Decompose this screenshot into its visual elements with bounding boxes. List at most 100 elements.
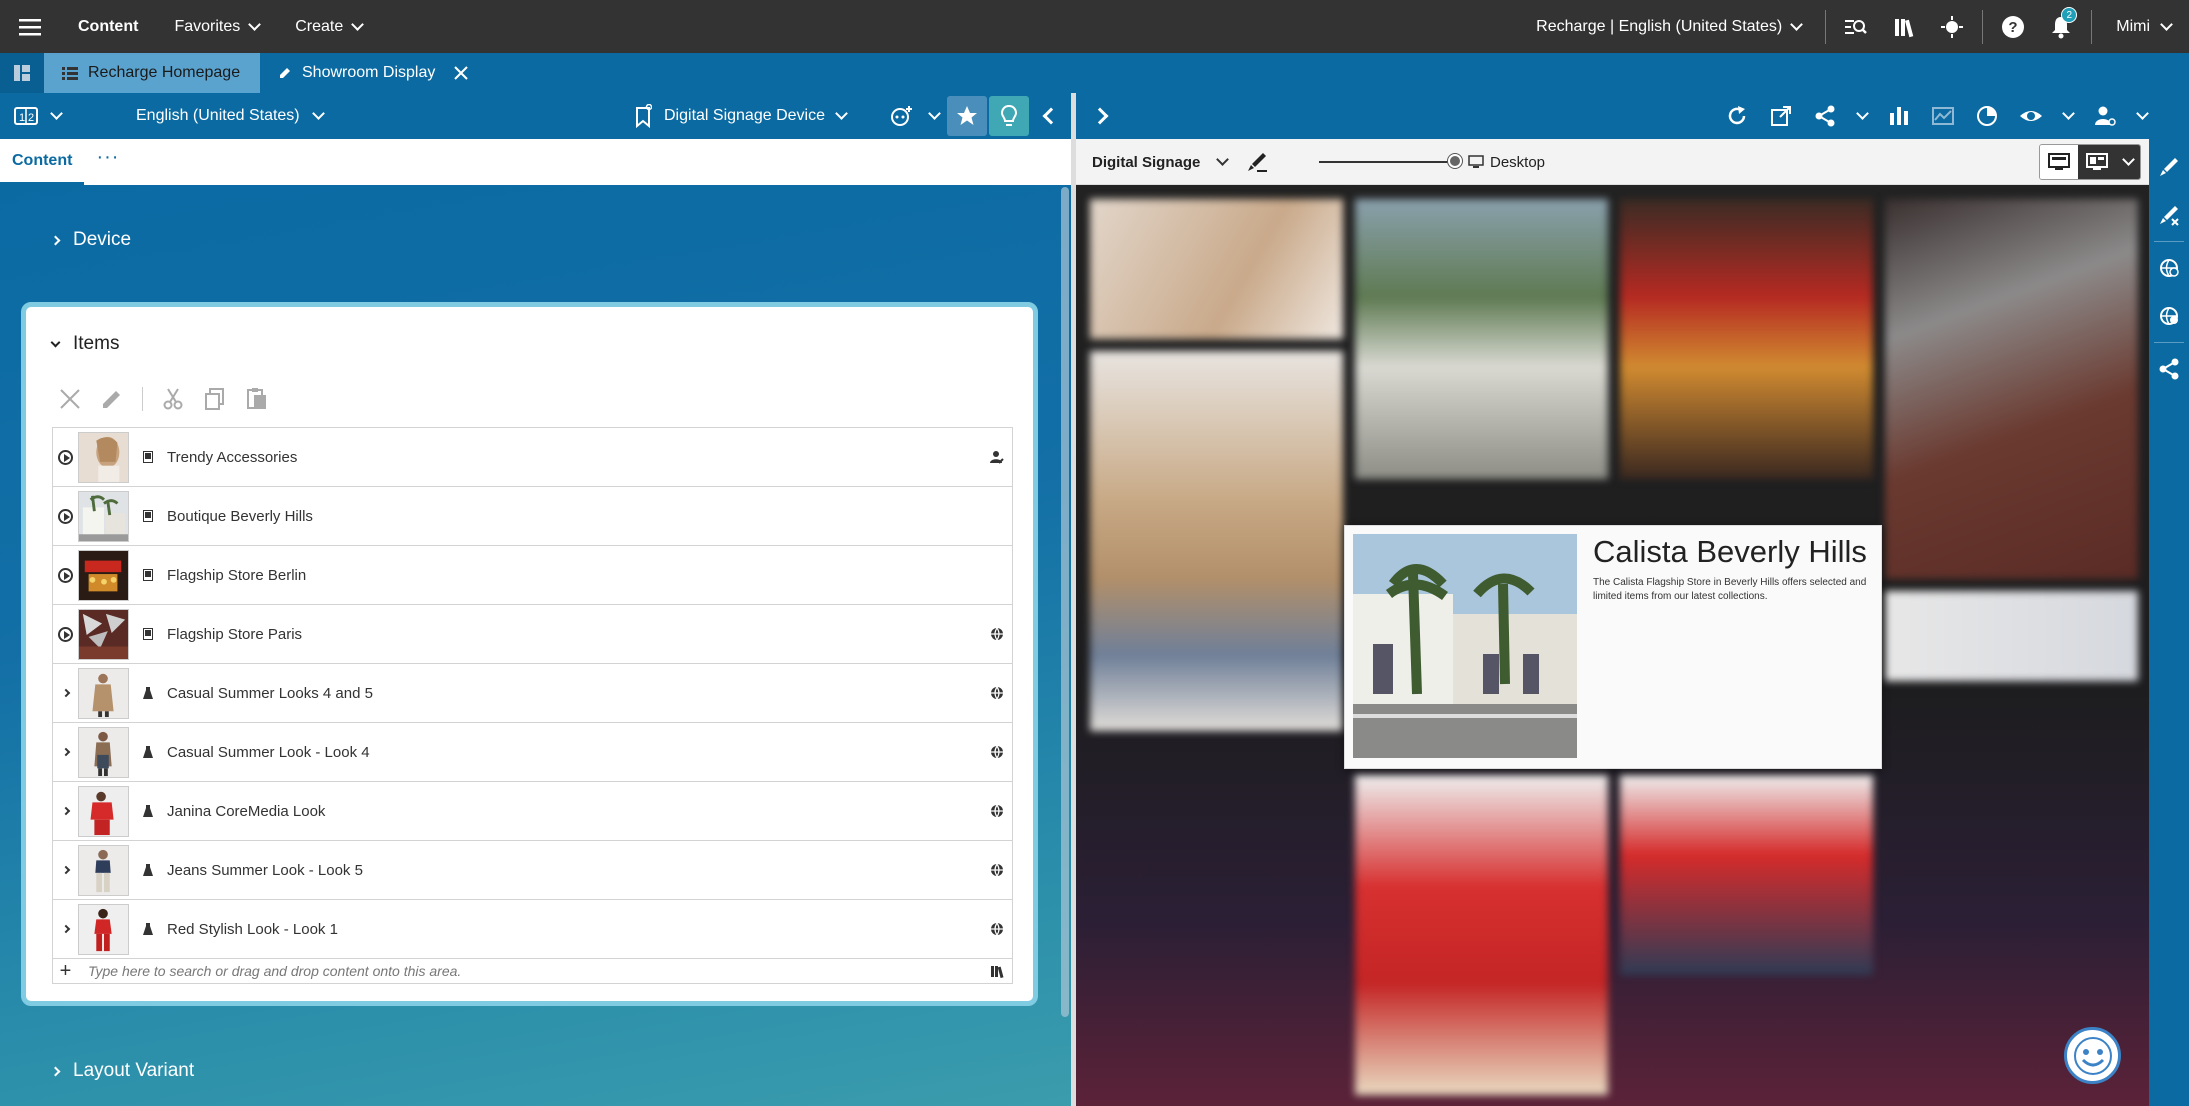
- brush-edit-icon[interactable]: [1245, 151, 1269, 173]
- collapse-left-button[interactable]: [1031, 96, 1071, 136]
- ai-assist-dropdown[interactable]: [923, 96, 945, 136]
- search-button[interactable]: [1832, 0, 1880, 53]
- view-multi-button[interactable]: [2078, 145, 2116, 179]
- svg-text:?: ?: [2009, 19, 2018, 36]
- locale-selector[interactable]: English (United States): [136, 107, 325, 125]
- play-button[interactable]: [53, 567, 78, 583]
- preview-canvas[interactable]: Calista Beverly Hills The Calista Flagsh…: [1076, 185, 2149, 1106]
- robot-add-icon: [891, 106, 912, 126]
- paste-icon[interactable]: [245, 387, 269, 411]
- item-thumbnail: [78, 431, 129, 483]
- section-device[interactable]: Device: [50, 229, 131, 251]
- list-item[interactable]: Boutique Beverly Hills: [53, 487, 1012, 546]
- chevron-down-icon: [248, 17, 262, 31]
- user-menu[interactable]: Mimi: [2098, 18, 2189, 36]
- section-layout-variant[interactable]: Layout Variant: [50, 1060, 194, 1082]
- play-button[interactable]: [53, 508, 78, 524]
- display-icon: [129, 569, 167, 581]
- zoom-slider-track[interactable]: [1319, 161, 1455, 163]
- notifications-button[interactable]: 2: [2037, 0, 2085, 53]
- tips-button[interactable]: [989, 96, 1029, 136]
- list-item[interactable]: Casual Summer Look - Look 4: [53, 723, 1012, 782]
- expand-button[interactable]: [53, 865, 78, 875]
- bookmark-button[interactable]: [947, 96, 987, 136]
- open-external-button[interactable]: [1767, 93, 1795, 139]
- edit-icon[interactable]: [100, 387, 124, 411]
- chevron-down-icon: [835, 107, 848, 120]
- remove-icon[interactable]: [58, 387, 82, 411]
- item-thumbnail: [78, 490, 129, 542]
- item-thumbnail: [78, 903, 129, 955]
- heatmap-button[interactable]: [1929, 93, 1957, 139]
- tab-content-label: Content: [12, 151, 73, 169]
- rail-share-button[interactable]: [2149, 347, 2189, 391]
- play-button[interactable]: [53, 626, 78, 642]
- view-single-button[interactable]: [2040, 145, 2078, 179]
- help-button[interactable]: ?: [1989, 0, 2037, 53]
- play-button[interactable]: [53, 449, 78, 465]
- expand-button[interactable]: [53, 924, 78, 934]
- device-selector[interactable]: Digital Signage Device: [634, 93, 848, 139]
- reload-button[interactable]: [1723, 93, 1751, 139]
- menu-create[interactable]: Create: [277, 0, 380, 53]
- rail-brush-button[interactable]: [2149, 145, 2189, 189]
- share-button[interactable]: [1811, 93, 1839, 139]
- view-dropdown[interactable]: [2116, 145, 2140, 179]
- device-label: Digital Signage Device: [664, 107, 825, 124]
- main-menu-button[interactable]: [0, 0, 60, 53]
- rail-localize-button[interactable]: [2149, 294, 2189, 338]
- list-item[interactable]: Red Stylish Look - Look 1: [53, 900, 1012, 959]
- menu-content[interactable]: Content: [60, 0, 156, 53]
- list-item[interactable]: Jeans Summer Look - Look 5: [53, 841, 1012, 900]
- tile-red-look: [1355, 775, 1608, 1095]
- chevron-down-icon: [1855, 107, 1869, 120]
- rail-brush-remove-button[interactable]: [2149, 193, 2189, 237]
- share-dropdown[interactable]: [1855, 93, 1869, 139]
- close-icon[interactable]: [453, 65, 469, 81]
- chevron-right-icon: [1091, 107, 1109, 125]
- persona-dropdown[interactable]: [2135, 93, 2149, 139]
- tab-recharge-homepage[interactable]: Recharge Homepage: [44, 53, 260, 93]
- menu-favorites[interactable]: Favorites: [156, 0, 277, 53]
- library-icon[interactable]: [982, 964, 1012, 978]
- site-selector[interactable]: Recharge | English (United States): [1518, 18, 1819, 36]
- pie-clock-icon: [1977, 106, 1997, 126]
- workflow-button[interactable]: [1928, 0, 1976, 53]
- visibility-button[interactable]: [2017, 93, 2045, 139]
- section-items-header[interactable]: Items: [50, 333, 119, 355]
- expand-button[interactable]: [53, 747, 78, 757]
- add-icon[interactable]: +: [53, 960, 78, 983]
- version-selector[interactable]: 12: [0, 107, 120, 125]
- persona-button[interactable]: [2091, 93, 2119, 139]
- cut-icon[interactable]: [161, 387, 185, 411]
- channel-selector[interactable]: Digital Signage: [1092, 139, 1269, 185]
- expand-right-button[interactable]: [1076, 107, 1124, 125]
- tile-casual-looks: [1090, 351, 1343, 731]
- list-item[interactable]: Casual Summer Looks 4 and 5: [53, 664, 1012, 723]
- form-scrollbar[interactable]: [1061, 187, 1069, 1017]
- visibility-dropdown[interactable]: [2061, 93, 2075, 139]
- expand-button[interactable]: [53, 806, 78, 816]
- time-travel-button[interactable]: [1973, 93, 2001, 139]
- list-item[interactable]: Trendy Accessories: [53, 428, 1012, 487]
- feedback-button[interactable]: [2064, 1027, 2121, 1084]
- more-tabs-button[interactable]: ···: [84, 146, 131, 169]
- preview-toolbar-icons: [1723, 93, 2149, 139]
- copy-icon[interactable]: [203, 387, 227, 411]
- zoom-slider-handle[interactable]: [1448, 154, 1462, 168]
- view-toggle: [2039, 144, 2141, 180]
- list-item[interactable]: Flagship Store Paris: [53, 605, 1012, 664]
- tab-content[interactable]: Content: [0, 139, 85, 185]
- dashboard-button[interactable]: [0, 53, 44, 93]
- rail-translate-button[interactable]: [2149, 246, 2189, 290]
- list-item[interactable]: Janina CoreMedia Look: [53, 782, 1012, 841]
- library-button[interactable]: [1880, 0, 1928, 53]
- analytics-button[interactable]: [1885, 93, 1913, 139]
- tab-showroom-display[interactable]: Showroom Display: [260, 53, 488, 93]
- list-item[interactable]: Flagship Store Berlin: [53, 546, 1012, 605]
- search-drop-zone[interactable]: + Type here to search or drag and drop c…: [53, 959, 1012, 983]
- expand-button[interactable]: [53, 688, 78, 698]
- tile-jeans: [1885, 591, 2138, 681]
- ai-assist-button[interactable]: [881, 96, 921, 136]
- detail-popup[interactable]: Calista Beverly Hills The Calista Flagsh…: [1344, 525, 1882, 769]
